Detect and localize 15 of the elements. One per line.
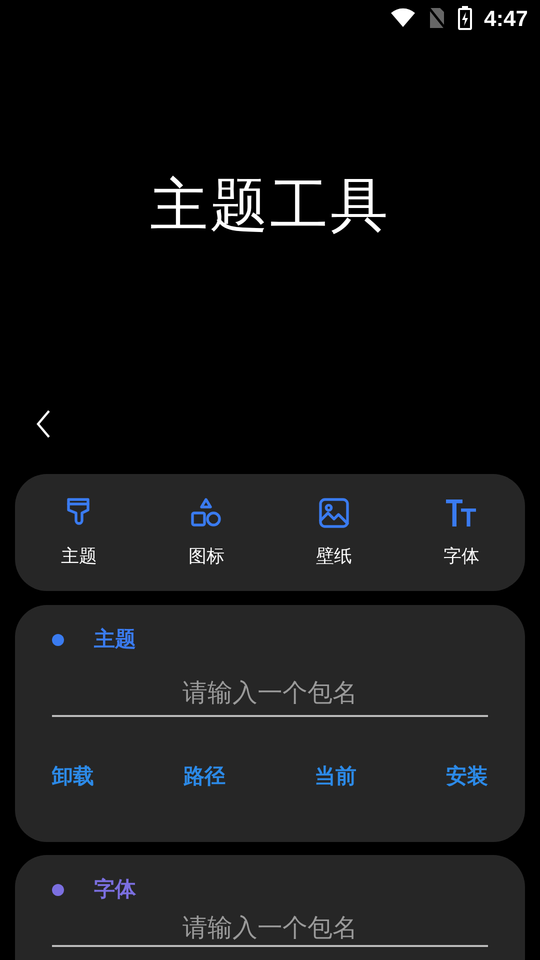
nav-item[interactable]: 字体 (398, 495, 525, 570)
battery-charging-icon (458, 6, 472, 30)
no-sim-icon (428, 7, 446, 29)
wifi-icon (390, 8, 416, 28)
section-title: 主题 (94, 626, 136, 654)
section-title: 字体 (94, 876, 136, 904)
action-button[interactable]: 卸载 (52, 761, 94, 792)
nav-item[interactable]: 壁纸 (270, 495, 398, 570)
action-button[interactable]: 路径 (183, 761, 226, 792)
status-time: 4:47 (484, 4, 528, 32)
action-button[interactable]: 当前 (314, 761, 357, 792)
action-button[interactable]: 安装 (446, 761, 488, 792)
nav-item[interactable]: 主题 (15, 495, 142, 570)
nav-item[interactable]: 图标 (142, 495, 270, 570)
app-title: 主题工具 (150, 177, 390, 235)
